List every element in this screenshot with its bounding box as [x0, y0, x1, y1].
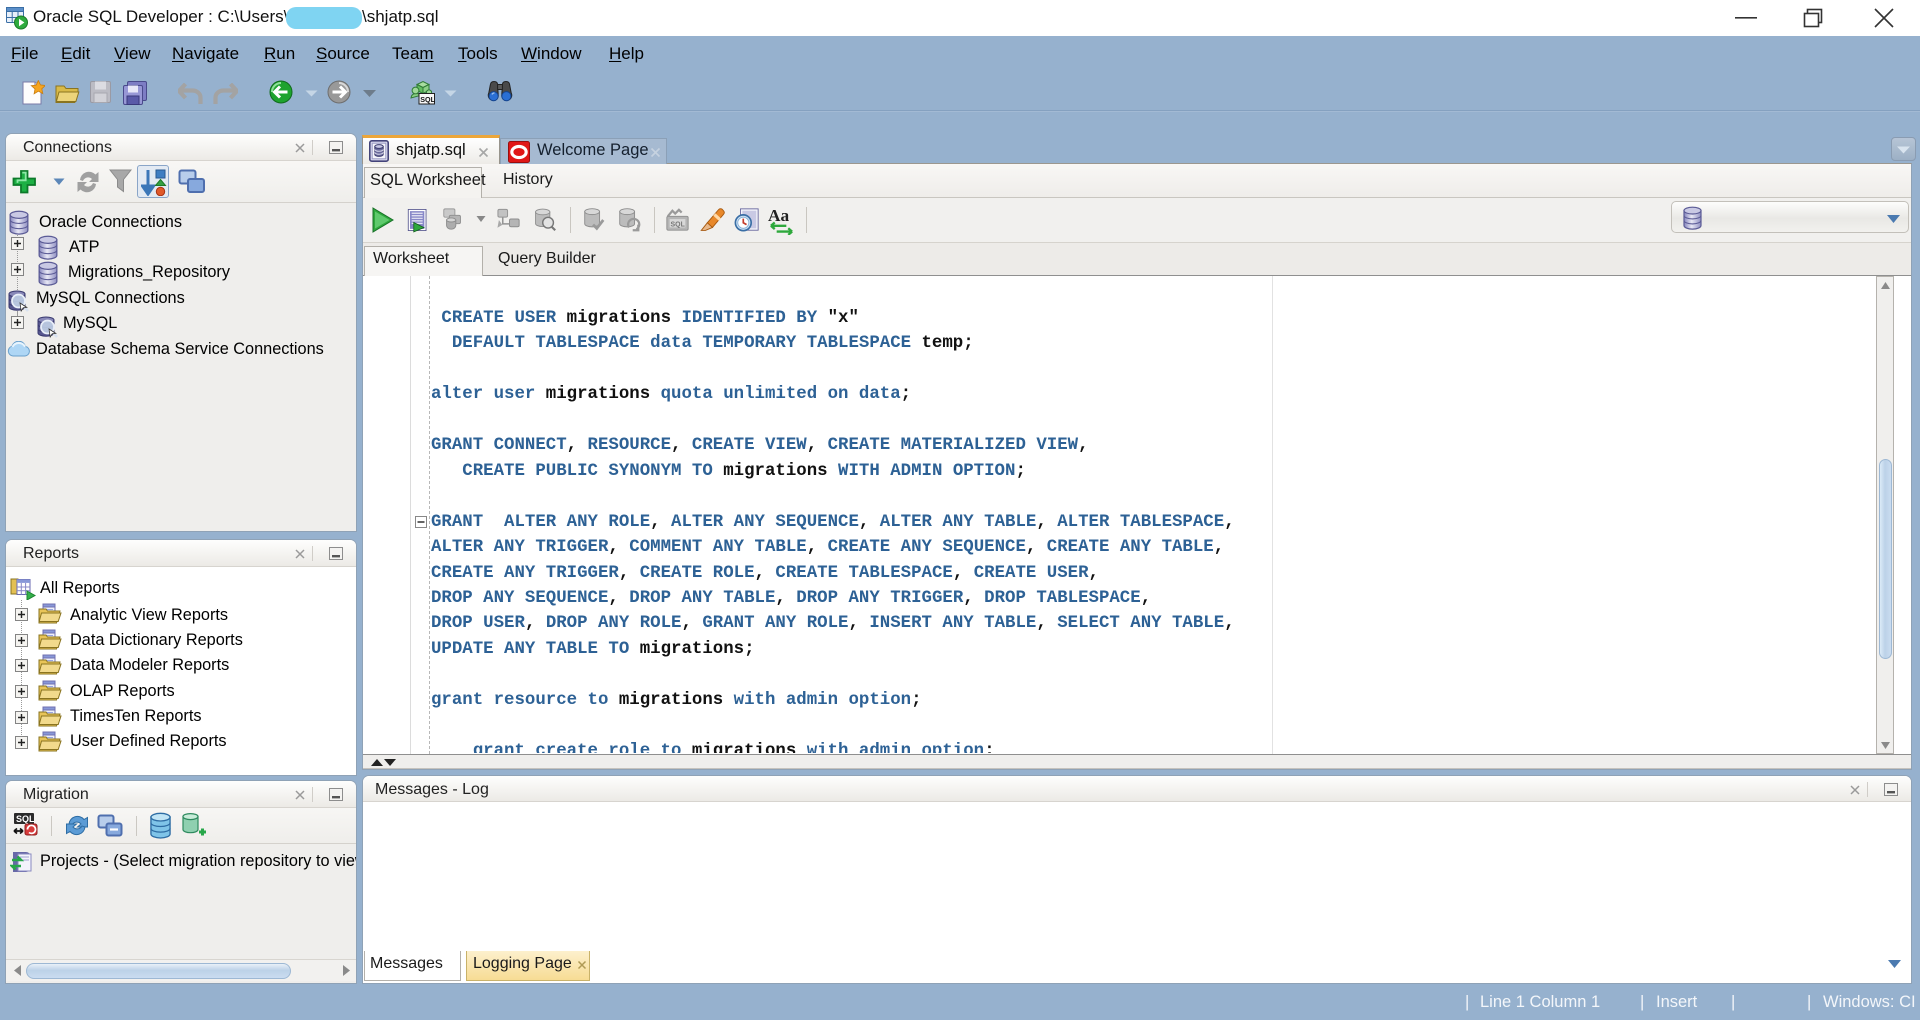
svg-text:SQL: SQL	[671, 221, 686, 228]
svg-text:Aa: Aa	[768, 206, 790, 225]
svg-text:SQL: SQL	[16, 814, 35, 824]
